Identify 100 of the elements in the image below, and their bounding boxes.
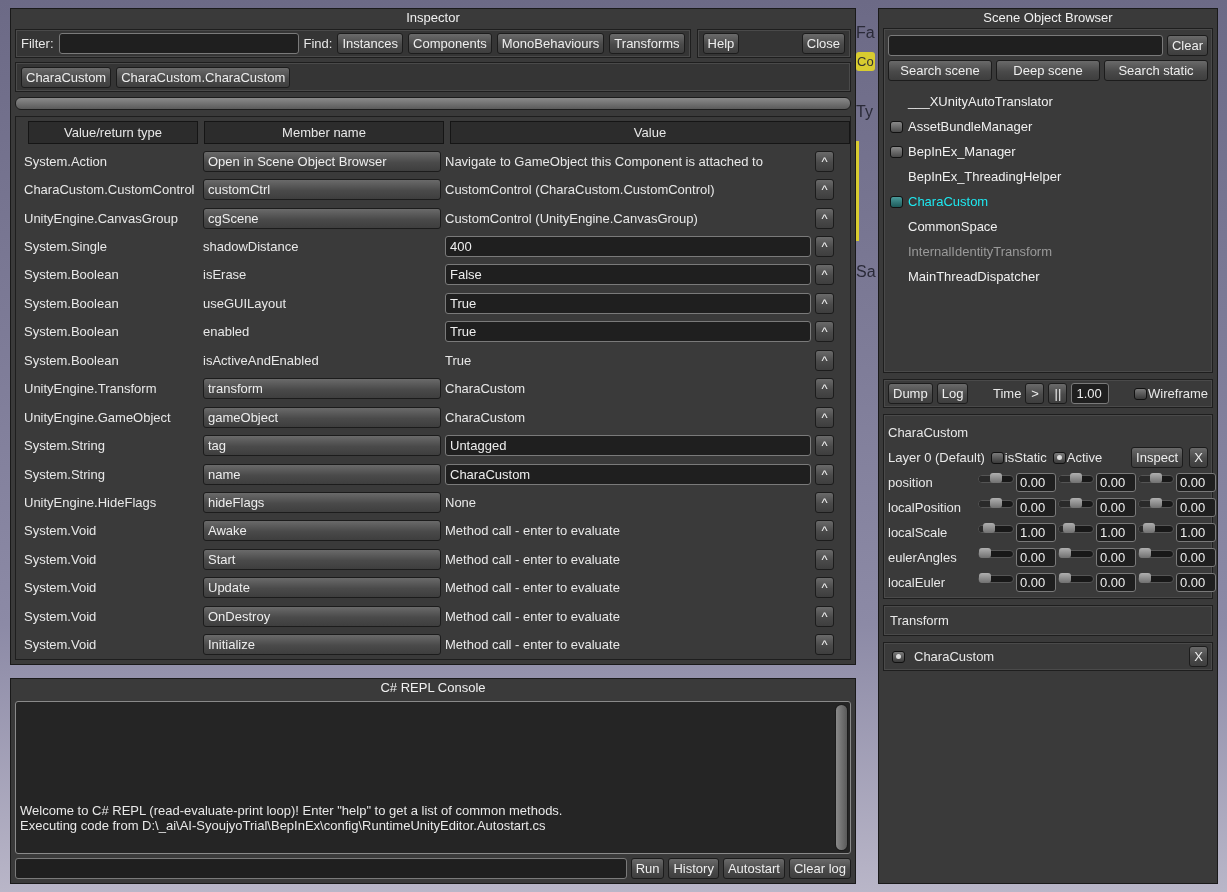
checkbox[interactable] xyxy=(892,650,905,663)
vector-field[interactable]: 0.00 xyxy=(1176,548,1216,567)
member-button[interactable]: Start xyxy=(203,548,441,570)
expand-toggle[interactable] xyxy=(890,145,903,158)
value-slider[interactable] xyxy=(1058,524,1094,533)
value-slider[interactable] xyxy=(978,549,1014,558)
member-button[interactable]: name xyxy=(203,463,441,485)
vector-field[interactable]: 0.00 xyxy=(1176,573,1216,592)
toolbar-button[interactable]: Log xyxy=(936,383,969,404)
vector-field[interactable]: 0.00 xyxy=(1096,573,1136,592)
vector-field[interactable]: 0.00 xyxy=(1016,573,1056,592)
value-slider[interactable] xyxy=(1138,549,1174,558)
search-button[interactable]: Deep scene xyxy=(996,60,1100,81)
filter-field[interactable] xyxy=(58,33,299,54)
member-button[interactable]: transform xyxy=(203,378,441,400)
expand-toggle[interactable] xyxy=(890,120,903,133)
value-field[interactable]: True xyxy=(445,321,811,343)
value-slider[interactable] xyxy=(1138,574,1174,583)
breadcrumb-button[interactable]: CharaCustom xyxy=(21,66,112,88)
expand-button[interactable]: ^ xyxy=(815,236,834,258)
vector-field[interactable]: 1.00 xyxy=(1176,523,1216,542)
expand-button[interactable]: ^ xyxy=(815,406,834,428)
expand-button[interactable]: ^ xyxy=(815,207,834,229)
vector-field[interactable]: 1.00 xyxy=(1096,523,1136,542)
search-button[interactable]: Search static xyxy=(1104,60,1208,81)
scene-object-item[interactable]: InternalIdentityTransform xyxy=(908,244,1053,259)
window-button[interactable]: Close xyxy=(801,33,845,54)
breadcrumb-button[interactable]: CharaCustom.CharaCustom xyxy=(116,66,291,88)
expand-button[interactable]: ^ xyxy=(815,548,834,570)
vector-field[interactable]: 0.00 xyxy=(1096,473,1136,492)
member-button[interactable]: Awake xyxy=(203,520,441,542)
expand-button[interactable]: ^ xyxy=(815,349,834,371)
value-field[interactable]: Untagged xyxy=(445,435,811,457)
member-button[interactable]: Initialize xyxy=(203,634,441,656)
value-slider[interactable] xyxy=(1058,499,1094,508)
value-slider[interactable] xyxy=(1138,474,1174,483)
member-button[interactable]: Update xyxy=(203,577,441,599)
value-slider[interactable] xyxy=(978,499,1014,508)
value-slider[interactable] xyxy=(1138,524,1174,533)
member-button[interactable]: cgScene xyxy=(203,207,441,229)
expand-button[interactable]: ^ xyxy=(815,378,834,400)
value-slider[interactable] xyxy=(978,574,1014,583)
scene-object-item[interactable]: BepInEx_ThreadingHelper xyxy=(908,169,1062,184)
value-slider[interactable] xyxy=(978,524,1014,533)
vector-field[interactable]: 0.00 xyxy=(1176,473,1216,492)
find-button[interactable]: Instances xyxy=(337,33,404,54)
wireframe-checkbox[interactable]: Wireframe xyxy=(1134,386,1208,401)
expand-button[interactable]: ^ xyxy=(815,264,834,286)
vector-field[interactable]: 0.00 xyxy=(1016,498,1056,517)
active-checkbox[interactable]: Active xyxy=(1052,450,1103,465)
value-slider[interactable] xyxy=(1058,574,1094,583)
vector-field[interactable]: 0.00 xyxy=(1016,548,1056,567)
search-field[interactable] xyxy=(888,35,1163,56)
clear-button[interactable]: Clear xyxy=(1166,35,1208,56)
expand-button[interactable]: ^ xyxy=(815,491,834,513)
scene-object-item[interactable]: ___XUnityAutoTranslator xyxy=(908,94,1053,109)
find-button[interactable]: Components xyxy=(408,33,492,54)
member-button[interactable]: tag xyxy=(203,435,441,457)
console-button[interactable]: Run xyxy=(630,858,665,879)
member-button[interactable]: hideFlags xyxy=(203,491,441,513)
expand-button[interactable]: ^ xyxy=(815,179,834,201)
expand-button[interactable]: ^ xyxy=(815,435,834,457)
horizontal-scrollbar[interactable] xyxy=(15,97,851,110)
expand-button[interactable]: ^ xyxy=(815,520,834,542)
value-slider[interactable] xyxy=(1058,549,1094,558)
console-button[interactable]: History xyxy=(668,858,719,879)
console-button[interactable]: Autostart xyxy=(722,858,785,879)
value-slider[interactable] xyxy=(1138,499,1174,508)
expand-button[interactable]: ^ xyxy=(815,577,834,599)
time-button[interactable]: > xyxy=(1025,383,1045,404)
member-button[interactable]: OnDestroy xyxy=(203,605,441,627)
toolbar-button[interactable]: Dump xyxy=(888,383,933,404)
find-button[interactable]: Transforms xyxy=(609,33,685,54)
expand-button[interactable]: ^ xyxy=(815,605,834,627)
value-field[interactable]: True xyxy=(445,292,811,314)
value-slider[interactable] xyxy=(1058,474,1094,483)
inspect-button[interactable]: Inspect xyxy=(1131,447,1183,468)
scene-object-item[interactable]: CharaCustom xyxy=(908,194,989,209)
static-checkbox[interactable]: isStatic xyxy=(990,450,1047,465)
dismiss-button[interactable]: X xyxy=(1189,447,1208,468)
value-slider[interactable] xyxy=(978,474,1014,483)
scene-object-item[interactable]: MainThreadDispatcher xyxy=(908,269,1040,284)
console-button[interactable]: Clear log xyxy=(788,858,851,879)
vector-field[interactable]: 0.00 xyxy=(1096,498,1136,517)
expand-button[interactable]: ^ xyxy=(815,292,834,314)
value-field[interactable]: CharaCustom xyxy=(445,463,811,485)
vector-field[interactable]: 0.00 xyxy=(1016,473,1056,492)
vector-field[interactable]: 0.00 xyxy=(1096,548,1136,567)
vertical-scrollbar[interactable] xyxy=(835,704,848,851)
remove-button[interactable]: X xyxy=(1189,646,1208,667)
time-scale-field[interactable]: 1.00 xyxy=(1071,383,1110,404)
value-field[interactable]: False xyxy=(445,264,811,286)
scene-object-item[interactable]: BepInEx_Manager xyxy=(908,144,1016,159)
search-button[interactable]: Search scene xyxy=(888,60,992,81)
expand-button[interactable]: ^ xyxy=(815,321,834,343)
member-button[interactable]: gameObject xyxy=(203,406,441,428)
vector-field[interactable]: 1.00 xyxy=(1016,523,1056,542)
member-button[interactable]: customCtrl xyxy=(203,179,441,201)
code-input-field[interactable] xyxy=(15,858,627,879)
expand-button[interactable]: ^ xyxy=(815,463,834,485)
